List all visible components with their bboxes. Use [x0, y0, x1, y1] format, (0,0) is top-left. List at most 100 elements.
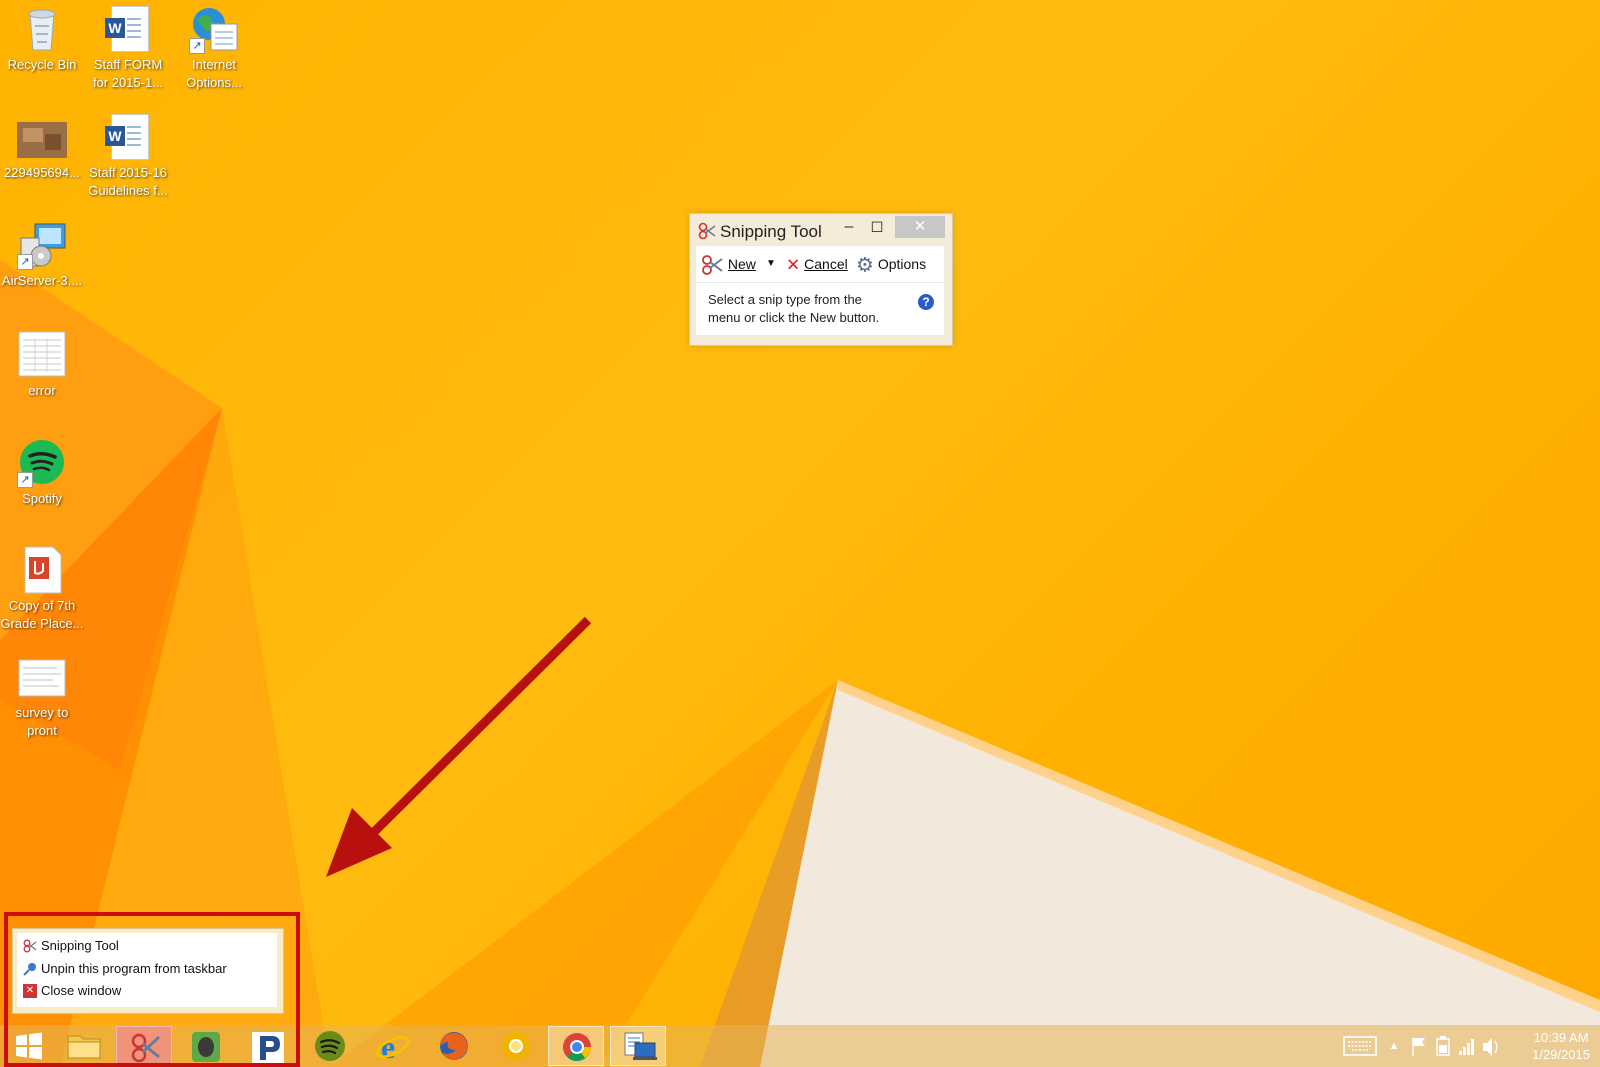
show-hidden-icons-chevron-icon[interactable]: ▲ [1384, 1025, 1404, 1067]
new-dropdown-arrow[interactable]: ▼ [766, 246, 776, 282]
desktop-icon-recycle-bin[interactable]: Recycle Bin [0, 0, 84, 74]
window-title: Snipping Tool [720, 222, 822, 241]
new-button[interactable]: New [700, 246, 756, 282]
desktop-icon-spotify[interactable]: ↗ Spotify [0, 434, 84, 508]
close-icon: ✕ [23, 984, 37, 998]
desktop-icon-pdf[interactable]: Copy of 7th Grade Place... [0, 541, 84, 633]
image-thumbnail-icon [17, 112, 67, 162]
snipping-tool-window[interactable]: Snipping Tool – ◻ ✕ New ▼ ✕ Cancel ⚙ Opt… [689, 213, 953, 346]
desktop-icon-label: error [28, 383, 56, 398]
evernote-icon [192, 1032, 220, 1062]
taskbar-evernote[interactable] [178, 1026, 234, 1066]
desktop-icon-staff-form[interactable]: W Staff FORM for 2015-1... [86, 0, 170, 92]
pandora-icon [252, 1032, 284, 1064]
taskbar-remote-desktop[interactable] [610, 1026, 666, 1066]
word-document-icon: W [103, 4, 153, 54]
clock[interactable]: 10:39 AM 1/29/2015 [1532, 1029, 1590, 1063]
annotation-arrow [326, 616, 592, 877]
options-button[interactable]: ⚙ Options [856, 246, 926, 282]
document-thumbnail-icon [17, 652, 67, 702]
spotify-icon: ↗ [17, 438, 67, 488]
keyboard-icon [1343, 1036, 1377, 1056]
cancel-button[interactable]: ✕ Cancel [786, 246, 848, 282]
recycle-bin-icon [17, 4, 67, 54]
clock-time: 10:39 AM [1533, 1030, 1589, 1045]
desktop-icon-label: 229495694... [4, 165, 80, 180]
taskbar-chrome-canary[interactable] [488, 1026, 544, 1066]
desktop-icon-error[interactable]: error [0, 326, 84, 400]
installer-icon: ↗ [17, 220, 67, 270]
help-icon[interactable]: ? [918, 294, 934, 310]
network-signal-icon[interactable] [1456, 1025, 1478, 1067]
jump-list-item-close-window[interactable]: Close window [41, 983, 121, 998]
cancel-label: Cancel [804, 256, 848, 272]
new-label: New [727, 256, 756, 272]
desktop-icon-label: Recycle Bin [7, 57, 77, 72]
desktop-icon-label-2: pront [27, 723, 57, 738]
firefox-icon [440, 1032, 468, 1060]
desktop-icon-internet-options[interactable]: ↗ Internet Options... [172, 0, 256, 92]
unpin-icon [23, 962, 37, 976]
volume-speaker-icon[interactable] [1480, 1025, 1502, 1067]
instruction-line-1: Select a snip type from the [708, 292, 862, 307]
scissors-icon [698, 222, 716, 240]
taskbar-jump-list: Snipping Tool Unpin this program from ta… [12, 928, 284, 1014]
desktop-icon-label-2: for 2015-1... [92, 75, 164, 90]
scissors-icon [23, 939, 37, 953]
desktop-icon-label: Staff FORM [93, 57, 163, 72]
maximize-button[interactable]: ◻ [862, 216, 892, 238]
remote-desktop-icon [624, 1032, 657, 1060]
desktop-icon-label-2: Guidelines f... [88, 183, 168, 198]
desktop-icon-label-2: Grade Place... [0, 616, 84, 631]
close-button[interactable]: ✕ [895, 216, 945, 238]
desktop-icon-label: Copy of 7th [8, 598, 76, 613]
scissors-icon [131, 1033, 161, 1063]
taskbar-internet-explorer[interactable]: e [364, 1026, 420, 1066]
taskbar-firefox[interactable] [426, 1026, 482, 1066]
svg-text:e: e [381, 1029, 395, 1065]
taskbar-pandora[interactable] [240, 1026, 296, 1066]
taskbar-chrome[interactable] [548, 1026, 604, 1066]
jump-list-item-unpin[interactable]: Unpin this program from taskbar [41, 961, 227, 976]
gear-icon: ⚙ [856, 254, 874, 277]
word-document-icon: W [103, 112, 153, 162]
folder-icon [67, 1035, 101, 1059]
pdf-document-icon [17, 545, 67, 595]
action-center-flag-icon[interactable] [1408, 1025, 1430, 1067]
toolbar: New ▼ ✕ Cancel ⚙ Options [696, 246, 944, 283]
spreadsheet-thumbnail-icon [17, 330, 67, 380]
desktop-icon-airserver[interactable]: ↗ AirServer-3.... [0, 216, 84, 290]
battery-power-icon[interactable] [1432, 1025, 1454, 1067]
internet-options-icon: ↗ [189, 4, 239, 54]
start-button[interactable] [0, 1026, 56, 1066]
scissors-icon [702, 255, 723, 276]
chrome-icon [563, 1033, 591, 1062]
touch-keyboard-button[interactable] [1340, 1025, 1380, 1067]
jump-list-item-snipping-tool[interactable]: Snipping Tool [41, 938, 119, 953]
instruction-text: Select a snip type from the menu or clic… [708, 291, 908, 327]
desktop-icon-label: survey to [15, 705, 69, 720]
chrome-canary-icon [502, 1032, 530, 1060]
spotify-icon [315, 1031, 345, 1061]
cancel-x-icon: ✕ [786, 255, 801, 275]
windows-logo-icon [16, 1032, 42, 1060]
taskbar-snipping-tool[interactable] [116, 1026, 172, 1066]
desktop-icon-label-2: Options... [186, 75, 242, 90]
desktop-icon-photo[interactable]: 229495694... [0, 108, 84, 182]
clock-date: 1/29/2015 [1532, 1047, 1590, 1062]
options-label: Options [877, 256, 927, 272]
desktop: Recycle Bin W Staff FORM for 2015-1... ↗… [0, 0, 1600, 1067]
taskbar: e ▲ 10:39 AM 1/29/2015 [0, 1025, 1600, 1067]
instruction-line-2: menu or click the New button. [708, 310, 880, 325]
taskbar-file-explorer[interactable] [56, 1026, 112, 1066]
minimize-button[interactable]: – [834, 216, 864, 238]
desktop-icon-label: Internet [191, 57, 237, 72]
desktop-icon-staff-guidelines[interactable]: W Staff 2015-16 Guidelines f... [86, 108, 170, 200]
desktop-icon-label: AirServer-3.... [1, 273, 83, 288]
internet-explorer-icon: e [376, 1029, 410, 1065]
desktop-icon-survey[interactable]: survey to pront [0, 648, 84, 740]
message-area: Select a snip type from the menu or clic… [696, 283, 944, 335]
taskbar-spotify[interactable] [302, 1026, 358, 1066]
desktop-icon-label: Spotify [22, 491, 62, 506]
desktop-icon-label: Staff 2015-16 [89, 165, 167, 180]
